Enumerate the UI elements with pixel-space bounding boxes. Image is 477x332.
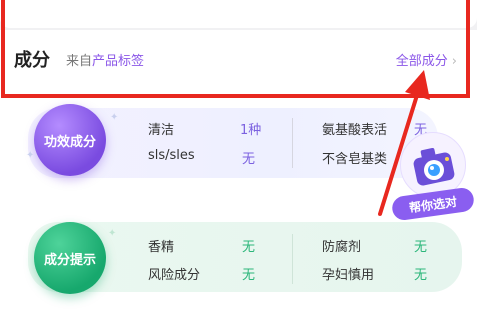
arrow-annotation [378,70,430,216]
